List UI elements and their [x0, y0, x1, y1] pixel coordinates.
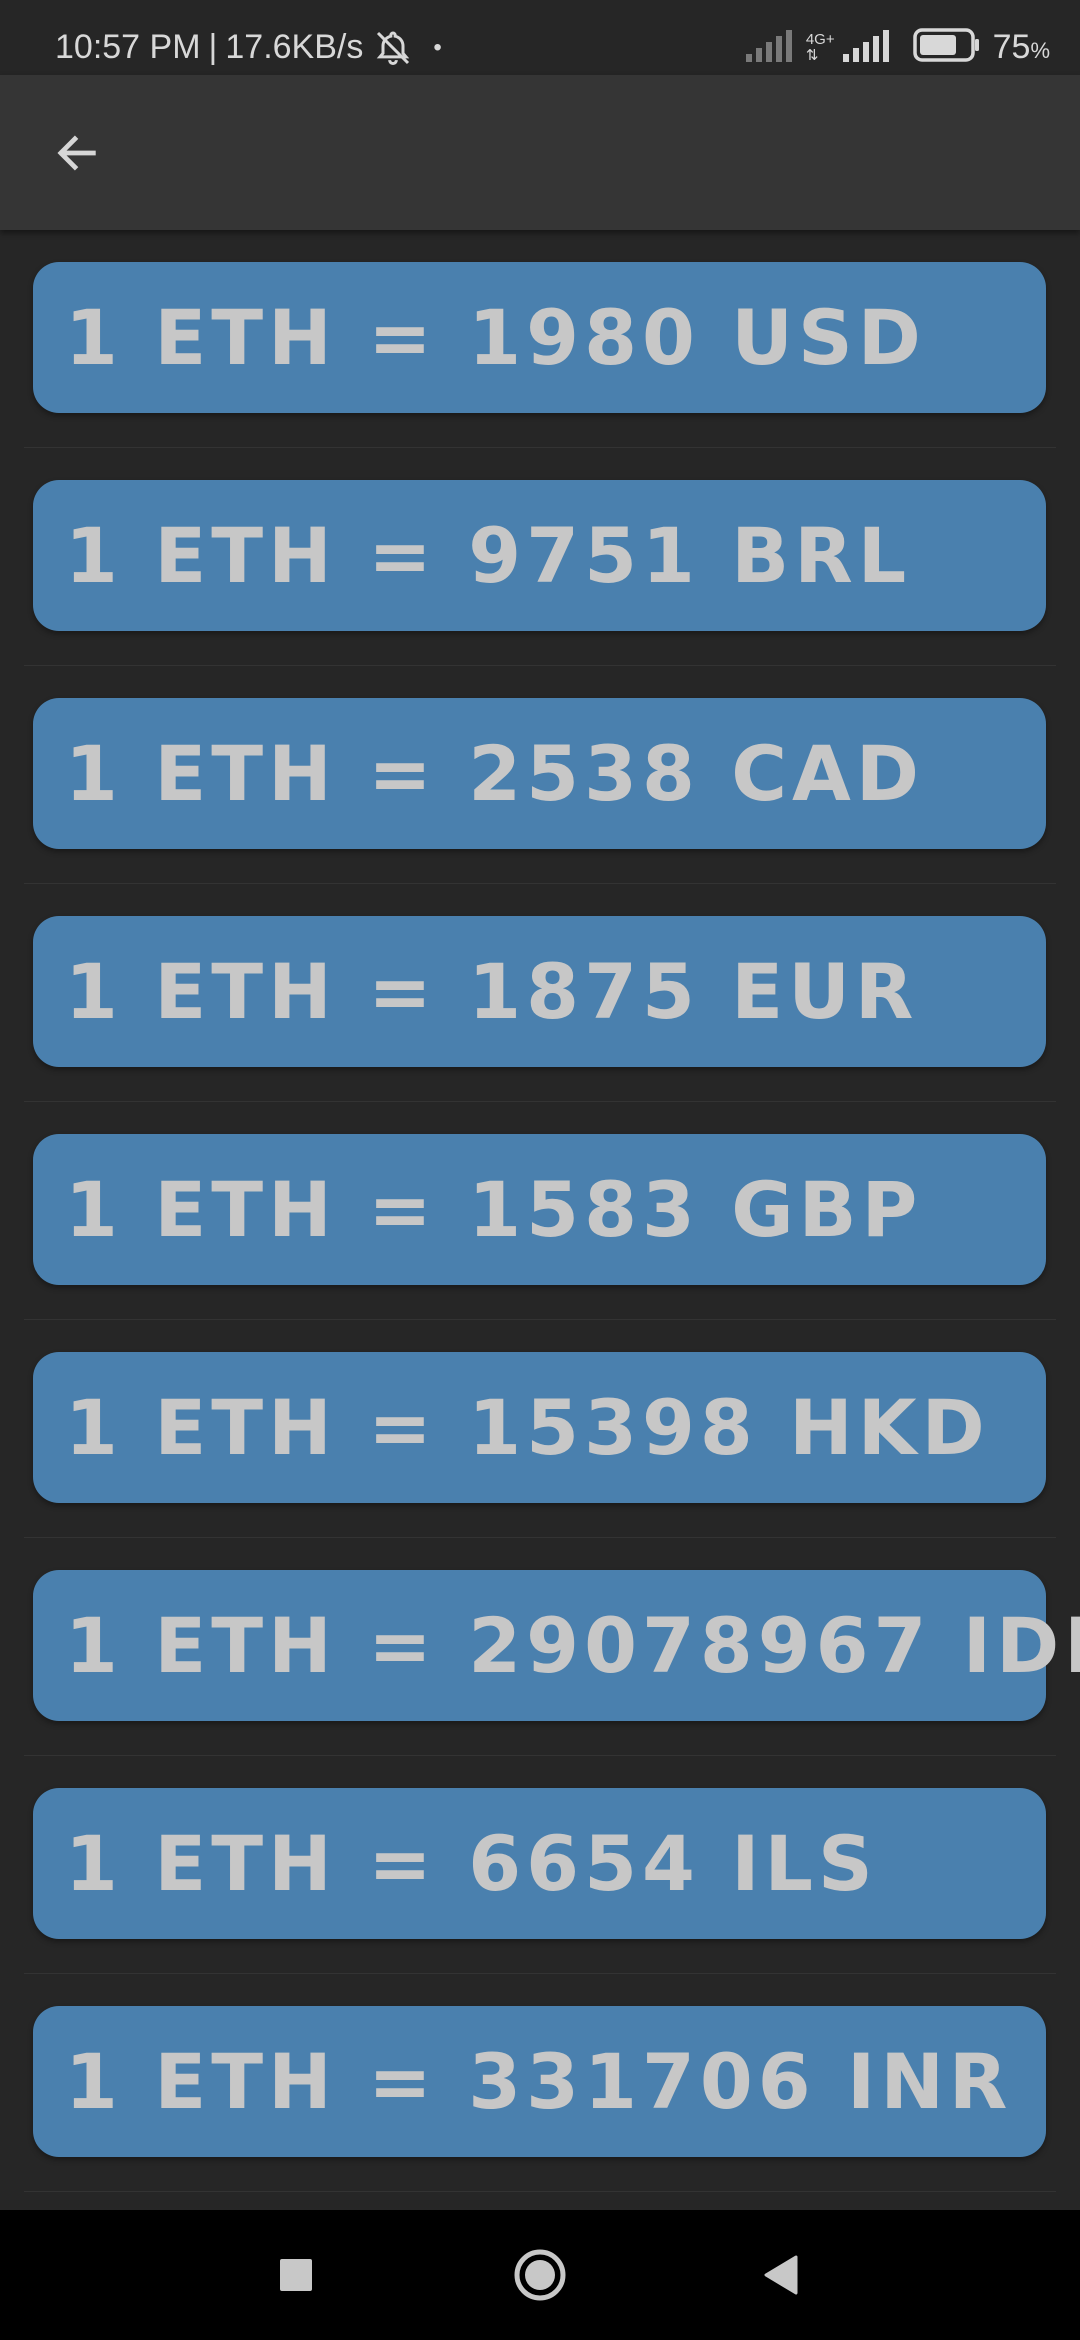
recents-button[interactable]: [236, 2210, 356, 2340]
nav-back-button[interactable]: [720, 2210, 840, 2340]
data-arrows-icon: ⇅: [805, 46, 819, 64]
list-item: 1 ETH = 331706 INR: [24, 1974, 1056, 2192]
status-time: 10:57 PM: [55, 28, 201, 66]
list-item: 1 ETH = 29078967 IDR: [24, 1538, 1080, 1756]
rate-text: 1 ETH = 6654 ILS: [65, 1819, 878, 1908]
list-item: 1 ETH = 1980 USD: [24, 230, 1056, 448]
recents-square-icon: [280, 2259, 312, 2291]
home-circle-icon: [514, 2249, 566, 2301]
status-separator: |: [208, 28, 218, 66]
back-button[interactable]: [38, 115, 114, 191]
rate-card[interactable]: 1 ETH = 29078967 IDR: [33, 1570, 1080, 1721]
rate-card[interactable]: 1 ETH = 331706 INR: [33, 2006, 1046, 2157]
notification-dot: •: [433, 33, 442, 61]
rate-text: 1 ETH = 1980 USD: [65, 293, 926, 382]
signal-4g-icon: [841, 28, 891, 67]
arrow-left-icon: [57, 135, 96, 171]
rate-text: 1 ETH = 2538 CAD: [65, 729, 924, 818]
signal-icon: [744, 28, 794, 67]
status-bar: 10:57 PM | 17.6KB/s • 4G+ ⇅ 75%: [0, 0, 1080, 75]
status-net-speed: 17.6KB/s: [225, 28, 364, 66]
list-item: 1 ETH = 9751 BRL: [24, 448, 1056, 666]
rate-list[interactable]: 1 ETH = 1980 USD 1 ETH = 9751 BRL 1 ETH …: [0, 230, 1080, 2210]
back-triangle-icon: [764, 2255, 798, 2295]
battery-icon: [912, 27, 981, 68]
rate-card[interactable]: 1 ETH = 6654 ILS: [33, 1788, 1046, 1939]
rate-card[interactable]: 1 ETH = 2538 CAD: [33, 698, 1046, 849]
list-item: 1 ETH = 6654 ILS: [24, 1756, 1056, 1974]
rate-card[interactable]: 1 ETH = 1583 GBP: [33, 1134, 1046, 1285]
rate-card[interactable]: 1 ETH = 9751 BRL: [33, 480, 1046, 631]
list-item: 1 ETH = 2538 CAD: [24, 666, 1056, 884]
rate-text: 1 ETH = 1583 GBP: [65, 1165, 923, 1254]
battery-percent-unit: %: [1030, 38, 1050, 63]
rate-card[interactable]: 1 ETH = 1980 USD: [33, 262, 1046, 413]
list-item: 1 ETH = 1583 GBP: [24, 1102, 1056, 1320]
rate-text: 1 ETH = 9751 BRL: [65, 511, 912, 600]
screen: 10:57 PM | 17.6KB/s • 4G+ ⇅ 75% 1 ETH = …: [0, 0, 1080, 2340]
list-item: 1 ETH = 1875 EUR: [24, 884, 1056, 1102]
rate-text: 1 ETH = 15398 HKD: [65, 1383, 990, 1472]
mute-bell-icon: [373, 28, 413, 68]
rate-card[interactable]: 1 ETH = 15398 HKD: [33, 1352, 1046, 1503]
rate-text: 1 ETH = 1875 EUR: [65, 947, 919, 1036]
navigation-bar: [0, 2210, 1080, 2340]
battery-percent-value: 75: [992, 28, 1031, 66]
network-type-text: 4G+: [805, 30, 835, 48]
app-bar: [0, 75, 1080, 230]
rate-card[interactable]: 1 ETH = 1875 EUR: [33, 916, 1046, 1067]
home-button[interactable]: [480, 2210, 600, 2340]
network-type-label: 4G+ ⇅: [805, 30, 835, 64]
battery-percent: 75%: [993, 28, 1050, 67]
list-item: 1 ETH = 15398 HKD: [24, 1320, 1056, 1538]
rate-text: 1 ETH = 331706 INR: [65, 2037, 1013, 2126]
rate-text: 1 ETH = 29078967 IDR: [65, 1601, 1080, 1690]
